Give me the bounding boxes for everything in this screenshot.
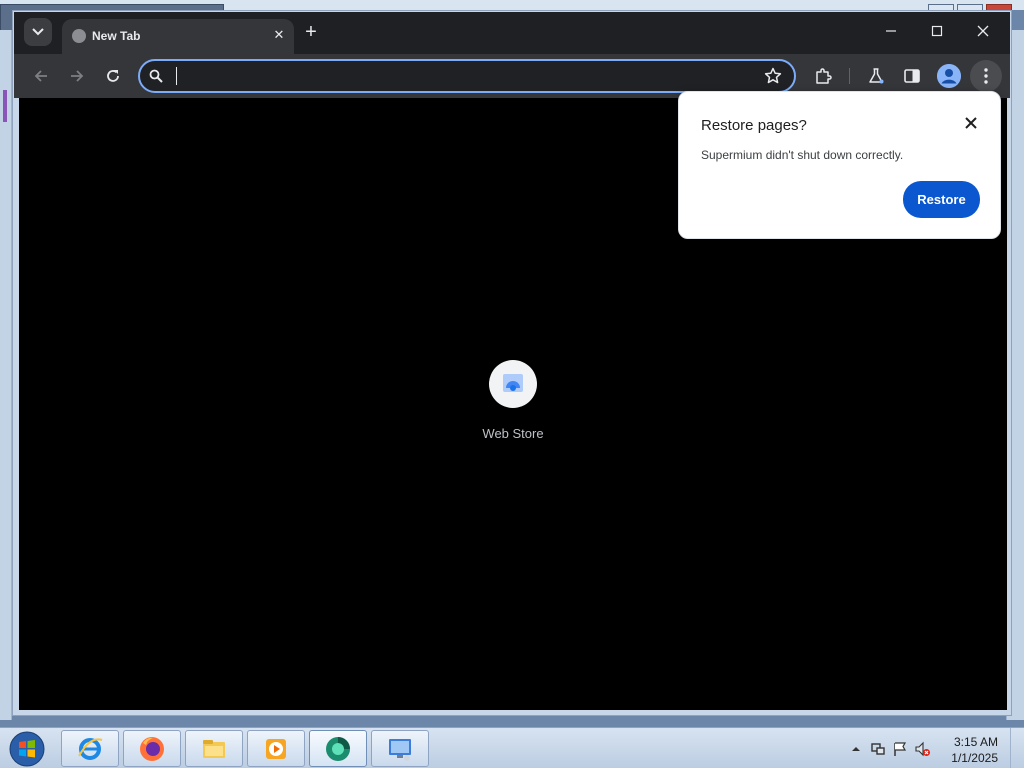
taskbar: 3:15 AM 1/1/2025 — [0, 727, 1024, 768]
internet-explorer-icon — [78, 737, 103, 760]
new-tab-button[interactable]: + — [299, 22, 323, 44]
taskbar-remote-desktop[interactable] — [371, 730, 429, 767]
background-window-frame-left — [0, 30, 12, 720]
browser-menu-button[interactable] — [970, 60, 1002, 92]
web-store-icon — [489, 360, 537, 408]
back-arrow-icon — [34, 70, 47, 82]
media-player-icon — [266, 738, 286, 759]
shortcut-label: Web Store — [482, 426, 544, 441]
supermium-icon — [326, 736, 350, 761]
clock-date[interactable]: 1/1/2025 — [951, 751, 998, 765]
search-icon — [149, 69, 163, 83]
puzzle-icon — [816, 68, 832, 84]
taskbar-firefox[interactable] — [123, 730, 181, 767]
three-dots-vertical-icon — [984, 68, 988, 84]
reload-icon — [107, 70, 119, 82]
address-bar[interactable] — [138, 59, 796, 93]
tab-close-icon[interactable]: ✕ — [270, 26, 288, 44]
show-desktop-button[interactable] — [1010, 728, 1024, 768]
tab-new-tab[interactable]: New Tab ✕ — [62, 19, 294, 54]
flask-icon — [869, 68, 884, 84]
windows-logo-icon — [9, 731, 45, 767]
back-button[interactable] — [29, 64, 53, 88]
network-icon[interactable] — [870, 741, 886, 757]
file-explorer-icon — [203, 739, 225, 758]
minimize-button[interactable] — [877, 20, 905, 44]
taskbar-media-player[interactable] — [247, 730, 305, 767]
restore-button[interactable]: Restore — [903, 181, 980, 218]
taskbar-file-explorer[interactable] — [185, 730, 243, 767]
firefox-icon — [140, 736, 164, 761]
labs-button[interactable] — [864, 64, 888, 88]
side-panel-icon — [904, 69, 920, 83]
close-window-button[interactable] — [969, 20, 997, 44]
taskbar-internet-explorer[interactable] — [61, 730, 119, 767]
dialog-title: Restore pages? — [701, 117, 807, 134]
dialog-message: Supermium didn't shut down correctly. — [701, 148, 904, 162]
close-icon[interactable] — [962, 114, 980, 132]
person-icon — [937, 64, 961, 88]
text-caret — [176, 67, 177, 85]
background-accent — [3, 90, 7, 122]
forward-button[interactable] — [65, 64, 89, 88]
restore-pages-dialog: Restore pages? Supermium didn't shut dow… — [678, 91, 1001, 239]
action-center-flag-icon[interactable] — [892, 741, 908, 757]
address-input[interactable] — [178, 66, 718, 86]
tab-strip: New Tab ✕ + — [14, 12, 1010, 54]
forward-arrow-icon — [71, 70, 84, 82]
reload-button[interactable] — [101, 64, 125, 88]
maximize-button[interactable] — [923, 20, 951, 44]
tab-title: New Tab — [92, 29, 141, 43]
toolbar-separator — [849, 68, 850, 84]
bookmark-star-icon[interactable] — [764, 67, 782, 85]
show-hidden-icons-icon[interactable] — [848, 741, 864, 757]
start-button[interactable] — [6, 729, 48, 768]
system-tray: 3:15 AM 1/1/2025 — [834, 728, 1024, 768]
shortcut-web-store[interactable]: Web Store — [482, 360, 544, 450]
close-icon — [977, 25, 989, 37]
side-panel-button[interactable] — [900, 64, 924, 88]
clock-time[interactable]: 3:15 AM — [954, 735, 998, 749]
maximize-icon — [931, 25, 943, 37]
remote-desktop-icon — [389, 738, 411, 761]
tab-search-button[interactable] — [24, 18, 52, 46]
globe-icon — [72, 29, 86, 43]
profile-avatar[interactable] — [937, 64, 961, 88]
volume-muted-icon[interactable] — [914, 741, 930, 757]
minimize-icon — [886, 30, 896, 32]
chevron-down-icon — [32, 28, 44, 36]
taskbar-supermium[interactable] — [309, 730, 367, 767]
extensions-button[interactable] — [811, 64, 835, 88]
